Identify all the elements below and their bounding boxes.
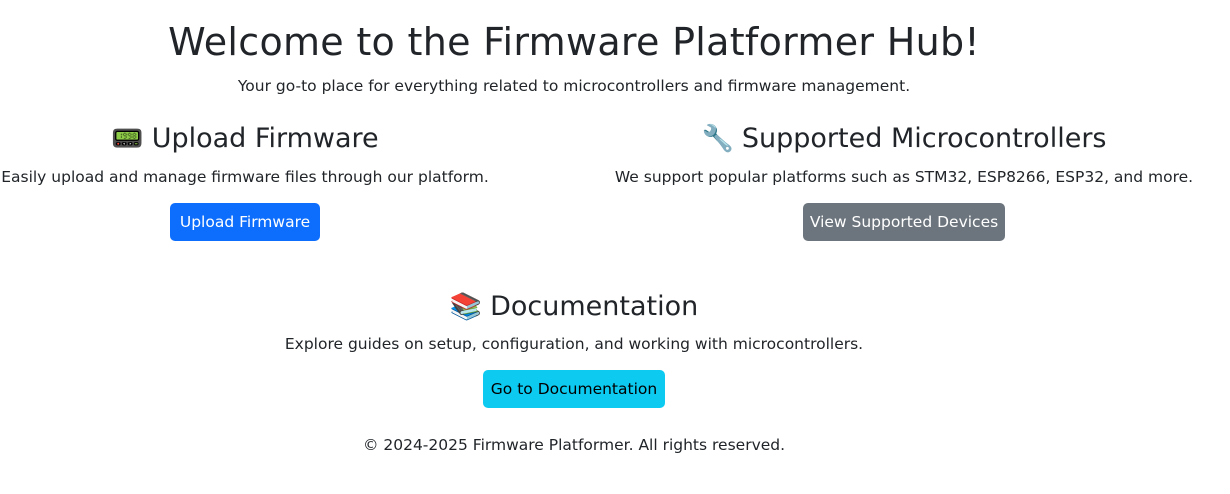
wrench-icon: 🔧 — [701, 124, 734, 154]
documentation-description: Explore guides on setup, configuration, … — [284, 335, 864, 353]
footer-copyright: © 2024-2025 Firmware Platformer. All rig… — [362, 436, 786, 454]
upload-firmware-heading: 📟 Upload Firmware — [0, 121, 490, 157]
books-icon: 📚 — [449, 292, 483, 322]
documentation-title: Documentation — [490, 291, 699, 322]
page-title: Welcome to the Firmware Platformer Hub! — [168, 20, 980, 64]
upload-firmware-section: 📟 Upload Firmware Easily upload and manag… — [0, 121, 490, 241]
go-to-documentation-button[interactable]: Go to Documentation — [483, 370, 665, 408]
supported-microcontrollers-title: Supported Microcontrollers — [741, 123, 1107, 154]
supported-microcontrollers-description: We support popular platforms such as STM… — [614, 168, 1194, 186]
documentation-heading: 📚 Documentation — [0, 289, 1148, 325]
view-supported-devices-button[interactable]: View Supported Devices — [803, 203, 1005, 241]
pager-icon: 📟 — [111, 124, 144, 154]
documentation-section: 📚 Documentation Explore guides on setup, … — [0, 289, 1148, 408]
upload-firmware-title: Upload Firmware — [151, 123, 379, 154]
supported-microcontrollers-heading: 🔧 Supported Microcontrollers — [608, 121, 1200, 157]
page-subtitle: Your go-to place for everything related … — [237, 77, 911, 95]
upload-firmware-description: Easily upload and manage firmware files … — [1, 168, 489, 186]
upload-firmware-button[interactable]: Upload Firmware — [170, 203, 320, 241]
supported-microcontrollers-section: 🔧 Supported Microcontrollers We support p… — [608, 121, 1200, 241]
